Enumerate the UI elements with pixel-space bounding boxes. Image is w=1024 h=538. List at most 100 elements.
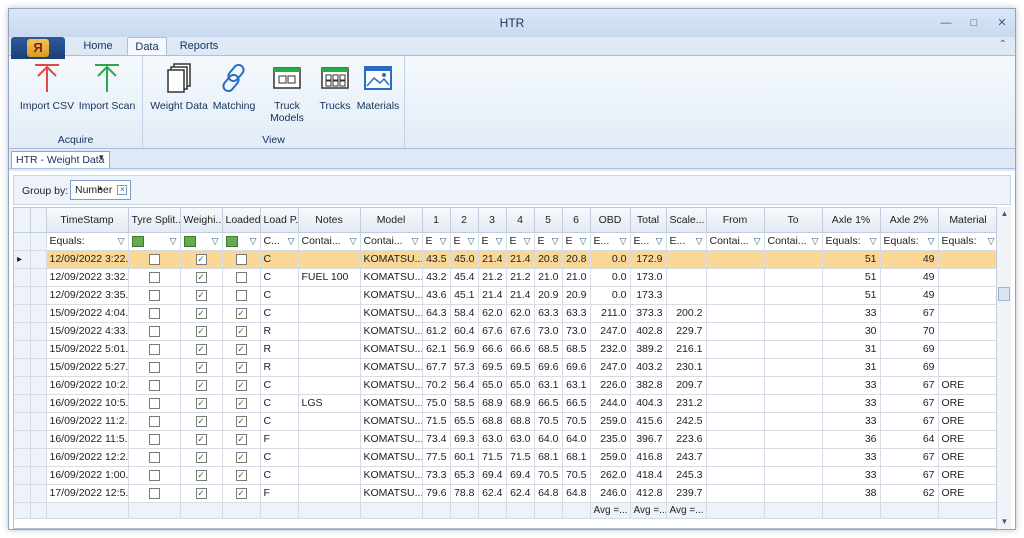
grid-cell[interactable]: 247.0 bbox=[590, 322, 631, 341]
grid-cell[interactable] bbox=[180, 304, 223, 323]
grid-cell[interactable]: 64.0 bbox=[534, 430, 563, 449]
grid-cell[interactable] bbox=[938, 250, 996, 269]
table-row[interactable]: 16/09/2022 1:00...CKOMATSU...73.365.369.… bbox=[14, 466, 996, 485]
grid-cell[interactable]: 404.3 bbox=[630, 394, 667, 413]
grid-cell[interactable]: 70 bbox=[880, 322, 939, 341]
filter-funnel-icon[interactable]: ▽ bbox=[870, 236, 877, 247]
table-row[interactable]: 16/09/2022 12:2...CKOMATSU...77.560.171.… bbox=[14, 448, 996, 467]
filter-funnel-icon[interactable]: ▽ bbox=[412, 236, 419, 247]
grid-cell[interactable]: 64.3 bbox=[422, 304, 451, 323]
filter-funnel-icon[interactable]: ▽ bbox=[440, 236, 447, 247]
grid-cell[interactable]: 66.5 bbox=[534, 394, 563, 413]
grid-cell[interactable]: 216.1 bbox=[666, 340, 707, 359]
grid-cell[interactable]: 70.5 bbox=[534, 466, 563, 485]
row-checkbox[interactable] bbox=[235, 271, 247, 283]
app-menu-button[interactable]: Я bbox=[11, 37, 65, 59]
grid-cell[interactable]: FUEL 100 bbox=[298, 268, 361, 287]
row-checkbox[interactable] bbox=[235, 415, 247, 427]
grid-cell[interactable]: 64.8 bbox=[562, 484, 591, 503]
grid-cell[interactable]: 65.5 bbox=[450, 412, 479, 431]
grid-cell[interactable] bbox=[222, 394, 261, 413]
grid-cell[interactable]: C bbox=[260, 376, 299, 395]
row-indicator[interactable] bbox=[14, 412, 31, 431]
scroll-up-icon[interactable]: ▲ bbox=[997, 207, 1012, 221]
grid-cell[interactable]: ORE bbox=[938, 394, 996, 413]
grid-cell[interactable]: 63.0 bbox=[478, 430, 507, 449]
grid-cell[interactable]: 68.1 bbox=[562, 448, 591, 467]
grid-cell[interactable]: 57.3 bbox=[450, 358, 479, 377]
grid-cell[interactable]: 68.5 bbox=[534, 340, 563, 359]
grid-cell[interactable]: 63.1 bbox=[534, 376, 563, 395]
filter-cell[interactable]: Contai... ▽ bbox=[706, 232, 765, 251]
grid-cell[interactable]: 60.1 bbox=[450, 448, 479, 467]
filter-funnel-icon[interactable]: ▽ bbox=[250, 236, 257, 247]
grid-cell[interactable] bbox=[764, 430, 823, 449]
grid-cell[interactable]: 43.2 bbox=[422, 268, 451, 287]
column-header[interactable]: Tyre Split... bbox=[128, 208, 181, 233]
grid-cell[interactable]: 16/09/2022 11:5... bbox=[46, 430, 129, 449]
grid-cell[interactable]: 78.8 bbox=[450, 484, 479, 503]
grid-cell[interactable]: 21.2 bbox=[478, 268, 507, 287]
filter-cell[interactable]: E... ▽ bbox=[630, 232, 667, 251]
grid-cell[interactable]: KOMATSU... bbox=[360, 358, 423, 377]
grid-cell[interactable] bbox=[128, 394, 181, 413]
grid-cell[interactable] bbox=[128, 322, 181, 341]
grid-cell[interactable] bbox=[764, 304, 823, 323]
grid-cell[interactable]: KOMATSU... bbox=[360, 412, 423, 431]
grid-cell[interactable]: ORE bbox=[938, 466, 996, 485]
maximize-icon[interactable]: □ bbox=[967, 16, 981, 30]
grid-cell[interactable]: 21.0 bbox=[562, 268, 591, 287]
grid-cell[interactable]: 12/09/2022 3:32... bbox=[46, 268, 129, 287]
filter-funnel-icon[interactable]: ▽ bbox=[754, 236, 761, 247]
grid-cell[interactable]: C bbox=[260, 466, 299, 485]
row-checkbox[interactable] bbox=[235, 487, 247, 499]
grid-cell[interactable] bbox=[764, 448, 823, 467]
grid-cell[interactable] bbox=[706, 322, 765, 341]
row-indicator[interactable]: ▸ bbox=[14, 250, 31, 269]
grid-cell[interactable]: 20.9 bbox=[562, 286, 591, 305]
row-indicator[interactable] bbox=[14, 268, 31, 287]
grid-cell[interactable]: 226.0 bbox=[590, 376, 631, 395]
grid-cell[interactable]: R bbox=[260, 358, 299, 377]
grid-cell[interactable] bbox=[298, 322, 361, 341]
grid-cell[interactable]: 21.2 bbox=[506, 268, 535, 287]
grid-cell[interactable]: 229.7 bbox=[666, 322, 707, 341]
grid-cell[interactable] bbox=[180, 430, 223, 449]
grid-cell[interactable]: 389.2 bbox=[630, 340, 667, 359]
column-header[interactable]: 2 bbox=[450, 208, 479, 233]
grid-cell[interactable]: 38 bbox=[822, 484, 881, 503]
filter-funnel-icon[interactable]: ▽ bbox=[468, 236, 475, 247]
grid-cell[interactable]: 61.2 bbox=[422, 322, 451, 341]
grid-cell[interactable]: 247.0 bbox=[590, 358, 631, 377]
row-checkbox[interactable] bbox=[148, 271, 160, 283]
grid-cell[interactable] bbox=[128, 466, 181, 485]
grid-cell[interactable]: 0.0 bbox=[590, 286, 631, 305]
filter-funnel-icon[interactable]: ▽ bbox=[928, 236, 935, 247]
grid-cell[interactable] bbox=[222, 484, 261, 503]
grid-cell[interactable]: 230.1 bbox=[666, 358, 707, 377]
grid-cell[interactable]: 231.2 bbox=[666, 394, 707, 413]
grid-cell[interactable]: 73.0 bbox=[534, 322, 563, 341]
column-header[interactable]: Model bbox=[360, 208, 423, 233]
grid-cell[interactable] bbox=[706, 268, 765, 287]
grid-cell[interactable] bbox=[298, 466, 361, 485]
filter-cell[interactable]: E... ▽ bbox=[590, 232, 631, 251]
collapse-ribbon-icon[interactable]: ⌃ bbox=[999, 39, 1007, 50]
grid-cell[interactable]: 67 bbox=[880, 304, 939, 323]
filter-funnel-icon[interactable]: ▽ bbox=[812, 236, 819, 247]
row-indicator[interactable] bbox=[14, 376, 31, 395]
grid-cell[interactable] bbox=[706, 358, 765, 377]
grid-cell[interactable]: 73.4 bbox=[422, 430, 451, 449]
grid-cell[interactable]: 63.3 bbox=[534, 304, 563, 323]
grid-cell[interactable]: 245.3 bbox=[666, 466, 707, 485]
row-checkbox[interactable] bbox=[148, 379, 160, 391]
grid-cell[interactable] bbox=[298, 412, 361, 431]
grid-cell[interactable]: 68.9 bbox=[506, 394, 535, 413]
grid-cell[interactable] bbox=[764, 412, 823, 431]
grid-cell[interactable] bbox=[180, 412, 223, 431]
grid-cell[interactable]: 68.1 bbox=[534, 448, 563, 467]
grid-cell[interactable]: C bbox=[260, 304, 299, 323]
grid-cell[interactable] bbox=[128, 448, 181, 467]
grid-cell[interactable]: 244.0 bbox=[590, 394, 631, 413]
filter-funnel-icon[interactable]: ▽ bbox=[170, 236, 177, 247]
